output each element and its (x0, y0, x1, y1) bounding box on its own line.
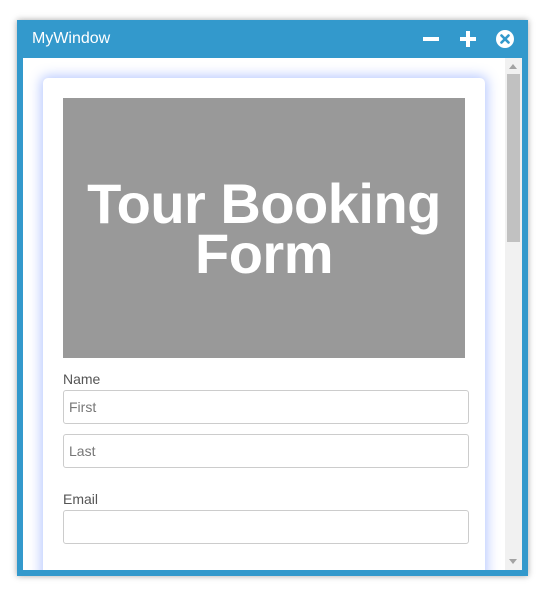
form-card: Tour Booking Form Name Email (43, 78, 485, 570)
name-label: Name (63, 371, 101, 387)
hero-banner: Tour Booking Form (63, 98, 465, 358)
window-title: MyWindow (32, 30, 111, 47)
scroll-down-arrow-icon[interactable] (505, 554, 522, 570)
scroll-up-arrow-icon[interactable] (505, 58, 522, 74)
window-content: Tour Booking Form Name Email (23, 58, 522, 570)
close-button[interactable] (495, 29, 515, 49)
minimize-button[interactable] (421, 29, 441, 49)
email-input[interactable] (63, 510, 469, 544)
title-bar[interactable]: MyWindow (17, 20, 528, 58)
app-window: MyWindow Tour Booking Form Name First La… (17, 20, 528, 576)
close-circle-icon (496, 30, 514, 48)
last-name-input[interactable] (63, 434, 469, 468)
first-name-input[interactable] (63, 390, 469, 424)
plus-icon (460, 31, 476, 47)
vertical-scrollbar[interactable] (505, 58, 522, 570)
form-heading: Tour Booking Form (87, 172, 441, 285)
email-label: Email (63, 491, 99, 507)
maximize-button[interactable] (458, 29, 478, 49)
scroll-thumb[interactable] (507, 74, 520, 242)
minus-icon (423, 37, 439, 41)
